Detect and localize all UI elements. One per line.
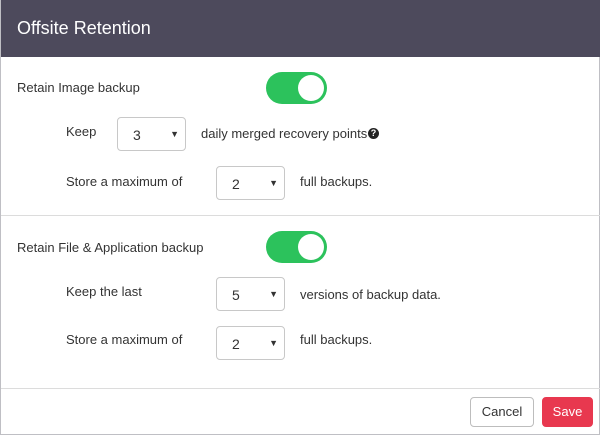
- cancel-button[interactable]: Cancel: [470, 397, 534, 427]
- dialog-titlebar: Offsite Retention: [1, 0, 600, 57]
- image-keep-suffix: daily merged recovery points: [201, 126, 368, 141]
- footer-divider: [1, 388, 600, 389]
- file-max-full-backups-select[interactable]: 2 ▼: [216, 326, 285, 360]
- chevron-down-icon: ▼: [269, 289, 278, 299]
- retain-image-backup-label: Retain Image backup: [17, 80, 140, 95]
- retain-image-backup-toggle[interactable]: [266, 72, 327, 104]
- chevron-down-icon: ▼: [269, 338, 278, 348]
- section-divider: [1, 215, 600, 216]
- file-max-label: Store a maximum of: [66, 332, 183, 347]
- image-keep-points-select[interactable]: 3 ▼: [117, 117, 186, 151]
- toggle-knob: [298, 75, 324, 101]
- select-value: 5: [232, 287, 240, 303]
- image-max-full-backups-select[interactable]: 2 ▼: [216, 166, 285, 200]
- image-max-label: Store a maximum of: [66, 174, 183, 189]
- retain-file-backup-toggle[interactable]: [266, 231, 327, 263]
- save-button[interactable]: Save: [542, 397, 593, 427]
- offsite-retention-dialog: Offsite Retention Retain Image backup Ke…: [0, 0, 600, 435]
- toggle-knob: [298, 234, 324, 260]
- select-value: 3: [133, 127, 141, 143]
- file-keep-versions-select[interactable]: 5 ▼: [216, 277, 285, 311]
- file-keep-suffix: versions of backup data.: [300, 287, 441, 302]
- retain-file-backup-label: Retain File & Application backup: [17, 240, 204, 255]
- chevron-down-icon: ▼: [170, 129, 179, 139]
- dialog-title: Offsite Retention: [17, 18, 151, 38]
- image-max-suffix: full backups.: [300, 174, 373, 189]
- help-icon[interactable]: ?: [368, 128, 379, 139]
- select-value: 2: [232, 176, 240, 192]
- image-keep-label: Keep: [66, 124, 97, 139]
- chevron-down-icon: ▼: [269, 178, 278, 188]
- file-keep-label: Keep the last: [66, 284, 142, 299]
- select-value: 2: [232, 336, 240, 352]
- file-max-suffix: full backups.: [300, 332, 373, 347]
